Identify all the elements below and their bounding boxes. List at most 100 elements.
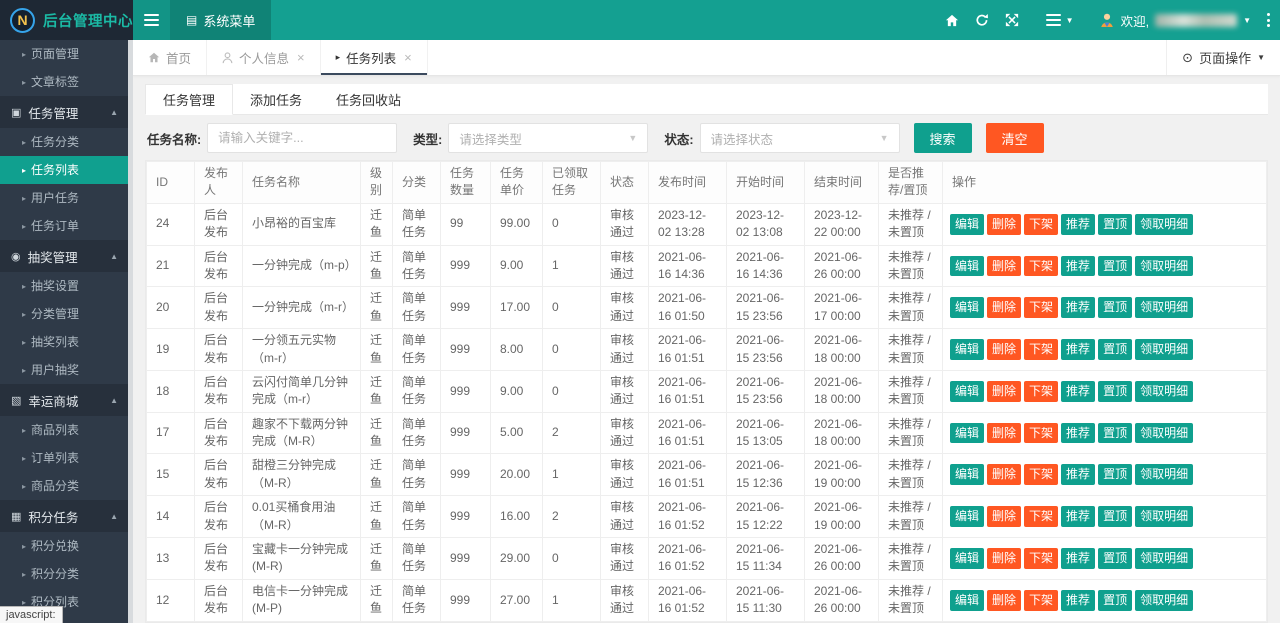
edit-button[interactable]: 编辑 (950, 590, 984, 611)
sidebar-section-task-management[interactable]: ▣任务管理▲ (0, 96, 133, 128)
pin-top-button[interactable]: 置顶 (1098, 548, 1132, 569)
tab-profile[interactable]: 个人信息 × (207, 40, 321, 75)
claim-details-button[interactable]: 领取明细 (1135, 339, 1193, 360)
recommend-button[interactable]: 推荐 (1061, 297, 1095, 318)
edit-button[interactable]: 编辑 (950, 506, 984, 527)
off-shelf-button[interactable]: 下架 (1024, 464, 1058, 485)
sidebar-item-points-category[interactable]: ▸积分分类 (0, 560, 133, 588)
pin-top-button[interactable]: 置顶 (1098, 339, 1132, 360)
pin-top-button[interactable]: 置顶 (1098, 464, 1132, 485)
close-icon[interactable]: × (404, 50, 412, 65)
sidebar-section-lucky-mall[interactable]: ▧幸运商城▲ (0, 384, 133, 416)
recommend-button[interactable]: 推荐 (1061, 506, 1095, 527)
sidebar-toggle-button[interactable] (133, 0, 170, 40)
off-shelf-button[interactable]: 下架 (1024, 548, 1058, 569)
off-shelf-button[interactable]: 下架 (1024, 339, 1058, 360)
edit-button[interactable]: 编辑 (950, 214, 984, 235)
claim-details-button[interactable]: 领取明细 (1135, 214, 1193, 235)
sidebar-item-user-task[interactable]: ▸用户任务 (0, 184, 133, 212)
off-shelf-button[interactable]: 下架 (1024, 297, 1058, 318)
off-shelf-button[interactable]: 下架 (1024, 590, 1058, 611)
tab-task-list[interactable]: ▸ 任务列表 × (321, 40, 428, 75)
sidebar-item-lottery-settings[interactable]: ▸抽奖设置 (0, 272, 133, 300)
recommend-button[interactable]: 推荐 (1061, 214, 1095, 235)
sidebar-item-task-list[interactable]: ▸任务列表 (0, 156, 133, 184)
refresh-button[interactable] (967, 0, 997, 40)
off-shelf-button[interactable]: 下架 (1024, 506, 1058, 527)
delete-button[interactable]: 删除 (987, 339, 1021, 360)
sidebar-item-goods-list[interactable]: ▸商品列表 (0, 416, 133, 444)
sidebar-item-lottery-list[interactable]: ▸抽奖列表 (0, 328, 133, 356)
claim-details-button[interactable]: 领取明细 (1135, 506, 1193, 527)
delete-button[interactable]: 删除 (987, 214, 1021, 235)
tab-system-menu[interactable]: ▤ 系统菜单 (170, 0, 271, 40)
pin-top-button[interactable]: 置顶 (1098, 256, 1132, 277)
type-select[interactable]: 请选择类型 ▼ (448, 123, 648, 153)
edit-button[interactable]: 编辑 (950, 297, 984, 318)
delete-button[interactable]: 删除 (987, 381, 1021, 402)
delete-button[interactable]: 删除 (987, 256, 1021, 277)
sidebar-item-user-lottery[interactable]: ▸用户抽奖 (0, 356, 133, 384)
sidebar-section-points-task[interactable]: ▦积分任务▲ (0, 500, 133, 532)
edit-button[interactable]: 编辑 (950, 339, 984, 360)
claim-details-button[interactable]: 领取明细 (1135, 423, 1193, 444)
sidebar-scrollbar[interactable] (128, 40, 133, 623)
sidebar-item-points-exchange[interactable]: ▸积分兑换 (0, 532, 133, 560)
delete-button[interactable]: 删除 (987, 297, 1021, 318)
edit-button[interactable]: 编辑 (950, 381, 984, 402)
more-options-button[interactable] (1267, 13, 1270, 27)
pin-top-button[interactable]: 置顶 (1098, 297, 1132, 318)
pin-top-button[interactable]: 置顶 (1098, 506, 1132, 527)
edit-button[interactable]: 编辑 (950, 548, 984, 569)
sidebar-section-lottery-management[interactable]: ◉抽奖管理▲ (0, 240, 133, 272)
edit-button[interactable]: 编辑 (950, 464, 984, 485)
user-dropdown[interactable]: 欢迎, ▼ (1099, 11, 1251, 30)
recommend-button[interactable]: 推荐 (1061, 590, 1095, 611)
sidebar-item-page-management[interactable]: ▸页面管理 (0, 40, 133, 68)
recommend-button[interactable]: 推荐 (1061, 339, 1095, 360)
fullscreen-button[interactable] (997, 0, 1027, 40)
off-shelf-button[interactable]: 下架 (1024, 381, 1058, 402)
tab-home[interactable]: 首页 (133, 40, 207, 75)
layout-menu-dropdown[interactable]: ▼ (1039, 0, 1081, 40)
claim-details-button[interactable]: 领取明细 (1135, 548, 1193, 569)
sidebar-item-task-category[interactable]: ▸任务分类 (0, 128, 133, 156)
tab-add-task[interactable]: 添加任务 (233, 84, 319, 114)
claim-details-button[interactable]: 领取明细 (1135, 464, 1193, 485)
recommend-button[interactable]: 推荐 (1061, 381, 1095, 402)
sidebar-item-article-tags[interactable]: ▸文章标签 (0, 68, 133, 96)
close-icon[interactable]: × (297, 50, 305, 65)
sidebar-item-goods-category[interactable]: ▸商品分类 (0, 472, 133, 500)
delete-button[interactable]: 删除 (987, 590, 1021, 611)
edit-button[interactable]: 编辑 (950, 423, 984, 444)
pin-top-button[interactable]: 置顶 (1098, 590, 1132, 611)
recommend-button[interactable]: 推荐 (1061, 256, 1095, 277)
clear-button[interactable]: 清空 (986, 123, 1044, 153)
search-button[interactable]: 搜索 (914, 123, 972, 153)
pin-top-button[interactable]: 置顶 (1098, 214, 1132, 235)
off-shelf-button[interactable]: 下架 (1024, 214, 1058, 235)
claim-details-button[interactable]: 领取明细 (1135, 381, 1193, 402)
delete-button[interactable]: 删除 (987, 506, 1021, 527)
status-select[interactable]: 请选择状态 ▼ (700, 123, 900, 153)
claim-details-button[interactable]: 领取明细 (1135, 297, 1193, 318)
pin-top-button[interactable]: 置顶 (1098, 423, 1132, 444)
sidebar-item-task-order[interactable]: ▸任务订单 (0, 212, 133, 240)
home-button[interactable] (937, 0, 967, 40)
tab-task-management[interactable]: 任务管理 (145, 84, 233, 115)
sidebar-item-category-management[interactable]: ▸分类管理 (0, 300, 133, 328)
recommend-button[interactable]: 推荐 (1061, 423, 1095, 444)
page-operations-dropdown[interactable]: ⊙ 页面操作 ▼ (1166, 40, 1280, 75)
recommend-button[interactable]: 推荐 (1061, 548, 1095, 569)
recommend-button[interactable]: 推荐 (1061, 464, 1095, 485)
sidebar-item-order-list[interactable]: ▸订单列表 (0, 444, 133, 472)
edit-button[interactable]: 编辑 (950, 256, 984, 277)
tab-task-recycle-bin[interactable]: 任务回收站 (319, 84, 418, 114)
task-name-input[interactable] (207, 123, 397, 153)
claim-details-button[interactable]: 领取明细 (1135, 256, 1193, 277)
pin-top-button[interactable]: 置顶 (1098, 381, 1132, 402)
off-shelf-button[interactable]: 下架 (1024, 423, 1058, 444)
delete-button[interactable]: 删除 (987, 464, 1021, 485)
claim-details-button[interactable]: 领取明细 (1135, 590, 1193, 611)
delete-button[interactable]: 删除 (987, 548, 1021, 569)
